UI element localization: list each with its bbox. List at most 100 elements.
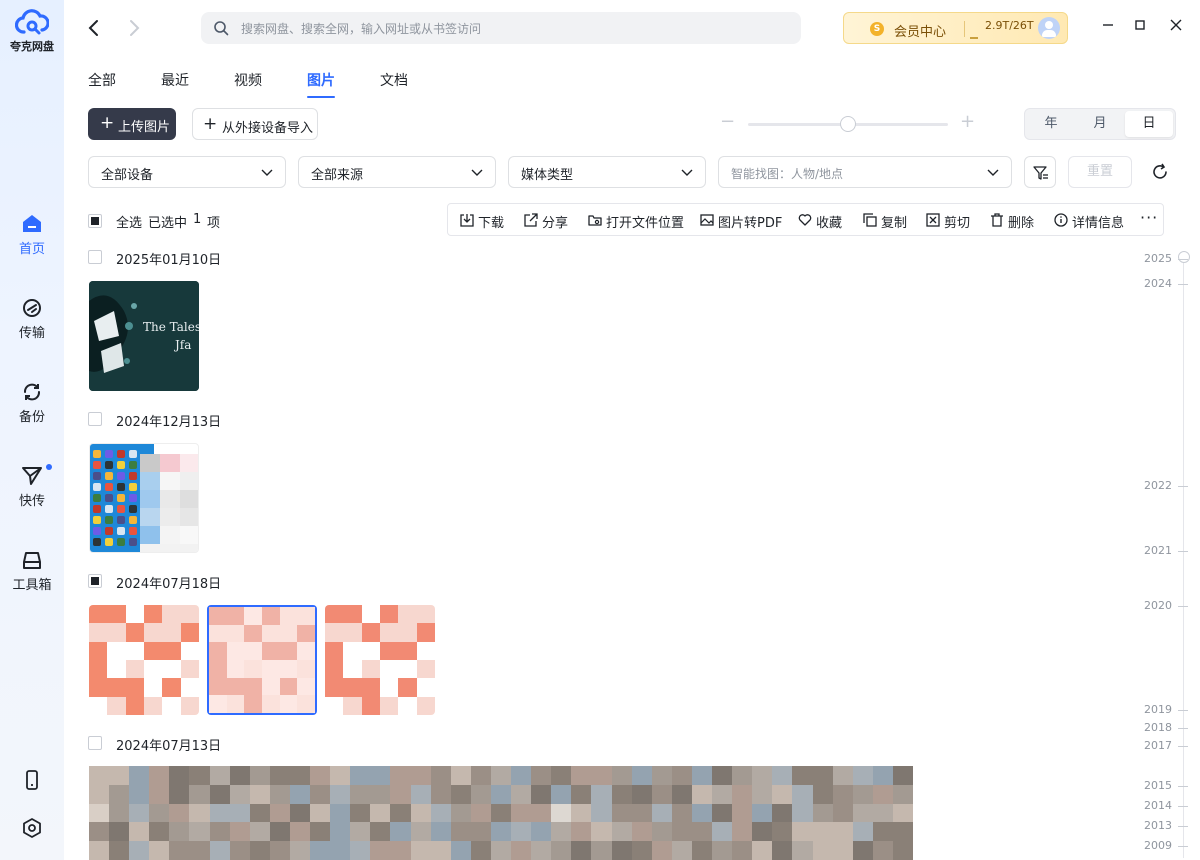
photo-strip[interactable] [89, 766, 913, 860]
forward-button[interactable] [122, 16, 146, 40]
refresh-button[interactable] [1150, 162, 1170, 186]
mosaic-cell [89, 605, 108, 624]
select-all-checkbox[interactable] [88, 214, 102, 228]
mosaic-cell [261, 677, 280, 696]
group-checkbox[interactable] [88, 574, 102, 588]
device-filter[interactable]: 全部设备 [88, 156, 286, 188]
import-from-device-button[interactable]: + 从外接设备导入 [192, 108, 318, 140]
source-filter[interactable]: 全部来源 [298, 156, 496, 188]
timeline-year[interactable]: 2015 [1144, 779, 1172, 792]
reset-button[interactable]: 重置 [1068, 156, 1132, 188]
timeline-year[interactable]: 2021 [1144, 544, 1172, 557]
open-location-label: 打开文件位置 [606, 216, 685, 231]
mosaic-cell [752, 766, 773, 785]
photo-thumbnail[interactable] [89, 605, 199, 715]
heart-icon [798, 214, 812, 226]
mosaic-cell [852, 784, 873, 804]
mosaic-cell [370, 822, 391, 842]
divider [964, 21, 965, 37]
tab-documents[interactable]: 文档 [380, 70, 408, 90]
maximize-button[interactable] [1128, 16, 1152, 40]
mosaic-cell [89, 766, 110, 785]
search-input[interactable]: 搜索网盘、搜索全网，输入网址或从书签访问 [201, 12, 801, 44]
timeline-year[interactable]: 2014 [1144, 799, 1172, 812]
timeline-year[interactable]: 2019 [1144, 703, 1172, 716]
mosaic-cell [162, 623, 181, 642]
mosaic-cell [772, 803, 793, 823]
photo-thumbnail[interactable] [89, 443, 199, 553]
back-button[interactable] [82, 16, 106, 40]
tab-recent[interactable]: 最近 [161, 70, 189, 90]
timeline-handle[interactable] [1178, 251, 1190, 263]
photo-thumbnail-selected[interactable] [207, 605, 317, 715]
app-logo[interactable]: 夸克网盘 [0, 8, 64, 54]
timeline-year[interactable]: 2022 [1144, 479, 1172, 492]
timeline-year[interactable]: 2024 [1144, 277, 1172, 290]
vip-center[interactable]: S 会员中心 2.9T/26T [843, 12, 1068, 44]
mosaic-cell [832, 803, 853, 823]
minimize-button[interactable] [1096, 16, 1120, 40]
timeline-year[interactable]: 2013 [1144, 819, 1172, 832]
view-mode-switch: 年 月 日 [1024, 108, 1176, 140]
zoom-slider-handle[interactable] [840, 116, 856, 132]
view-year[interactable]: 年 [1027, 111, 1075, 137]
close-button[interactable] [1164, 16, 1188, 40]
mosaic-cell [812, 784, 833, 804]
mosaic-cell [772, 822, 793, 842]
settings-button[interactable] [0, 818, 64, 842]
advanced-filter-button[interactable] [1024, 156, 1056, 188]
group-checkbox[interactable] [88, 736, 102, 750]
timeline-tick [1178, 606, 1188, 607]
timeline-track[interactable] [1183, 258, 1184, 858]
mosaic-cell [430, 766, 451, 785]
chevron-down-icon [261, 169, 273, 176]
view-month[interactable]: 月 [1076, 111, 1124, 137]
timeline-year[interactable]: 2017 [1144, 739, 1172, 752]
photo-thumbnail[interactable]: The Tales Jfa [89, 281, 199, 391]
mosaic-cell [611, 784, 632, 804]
sidebar-item-transfer[interactable]: 传输 [0, 298, 64, 341]
mosaic-cell [209, 659, 227, 678]
zoom-in-button[interactable]: + [960, 112, 975, 132]
mosaic-cell [229, 766, 250, 785]
mosaic-cell [279, 695, 298, 713]
photo-thumbnail[interactable] [325, 605, 435, 715]
sidebar-item-home[interactable]: 首页 [0, 214, 64, 257]
sidebar-item-quick-send[interactable]: 快传 [0, 464, 64, 509]
sidebar-item-backup[interactable]: 备份 [0, 382, 64, 425]
media-type-filter[interactable]: 媒体类型 [508, 156, 706, 188]
mosaic-cell [511, 822, 532, 842]
timeline-year[interactable]: 2018 [1144, 721, 1172, 734]
mosaic-cell [390, 766, 411, 785]
phone-button[interactable] [0, 770, 64, 794]
mosaic-cell [169, 803, 190, 823]
upload-image-button[interactable]: + 上传图片 [88, 108, 176, 140]
mosaic-cell [325, 605, 344, 624]
transfer-icon [23, 299, 41, 317]
group-checkbox[interactable] [88, 412, 102, 426]
mosaic-cell [490, 841, 512, 860]
mosaic-cell [310, 766, 331, 785]
group-checkbox[interactable] [88, 250, 102, 264]
tab-all[interactable]: 全部 [88, 70, 116, 90]
mosaic-cell [144, 660, 163, 679]
tab-video[interactable]: 视频 [234, 70, 262, 90]
timeline-year[interactable]: 2020 [1144, 599, 1172, 612]
mosaic-cell [109, 766, 130, 785]
mosaic-cell [144, 678, 163, 697]
timeline-year[interactable]: 2025 [1144, 252, 1172, 265]
view-day[interactable]: 日 [1125, 111, 1173, 137]
mosaic-cell [261, 695, 280, 713]
mosaic-cell [591, 766, 612, 785]
sidebar-item-toolbox[interactable]: 工具箱 [0, 550, 64, 593]
zoom-out-button[interactable]: − [720, 112, 735, 132]
avatar[interactable] [1038, 17, 1060, 39]
timeline-tick [1178, 826, 1188, 827]
tab-images[interactable]: 图片 [307, 70, 335, 98]
smart-search-input[interactable]: 智能找图：人物/地点 [718, 156, 1012, 188]
timeline-year[interactable]: 2009 [1144, 839, 1172, 852]
mosaic-cell [249, 822, 270, 842]
select-all-label[interactable]: 全选 [116, 212, 142, 231]
mosaic-cell [89, 660, 108, 679]
smart-search-placeholder: 智能找图：人物/地点 [731, 167, 844, 181]
